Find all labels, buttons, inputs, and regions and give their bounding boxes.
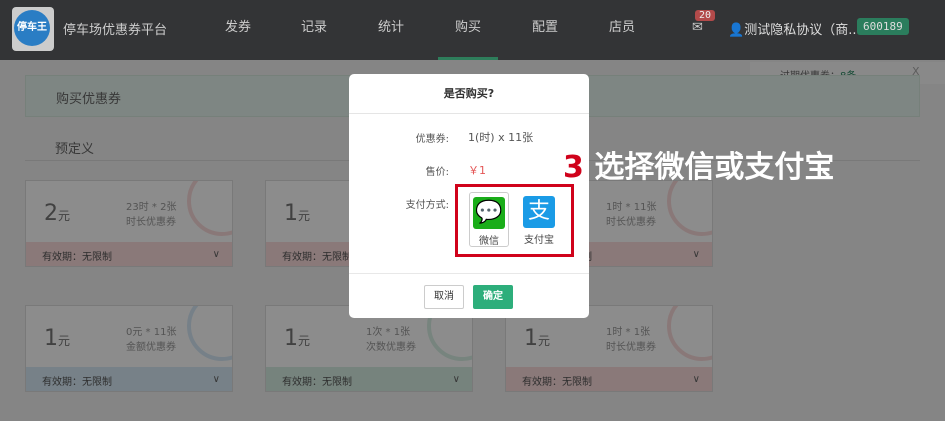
logo[interactable]: 停车王 xyxy=(12,7,54,51)
nav-buy[interactable]: 购买 xyxy=(438,0,498,60)
highlight-box xyxy=(455,184,574,257)
user-menu[interactable]: 👤测试隐私协议（商... xyxy=(728,19,861,38)
step-annotation: 3 选择微信或支付宝 xyxy=(563,150,835,185)
coupon-label: 优惠券: xyxy=(415,134,449,145)
top-nav-bar: 停车王 停车场优惠券平台 发券 记录 统计 购买 配置 店员 ✉ 20 👤测试隐… xyxy=(0,0,945,60)
account-code-badge: 600189 xyxy=(857,18,909,35)
cancel-button[interactable]: 取消 xyxy=(424,285,464,309)
nav-config[interactable]: 配置 xyxy=(515,0,575,60)
user-icon: 👤 xyxy=(728,23,745,38)
price-value: ￥1 xyxy=(468,164,486,177)
divider xyxy=(349,273,589,274)
brand-title: 停车场优惠券平台 xyxy=(63,23,168,38)
payment-label: 支付方式: xyxy=(405,200,449,211)
mail-count-badge: 20 xyxy=(695,10,716,21)
nav-records[interactable]: 记录 xyxy=(284,0,344,60)
nav-staff[interactable]: 店员 xyxy=(592,0,652,60)
dialog-title: 是否购买? xyxy=(349,74,589,114)
mail-icon[interactable]: ✉ xyxy=(692,20,703,35)
nav-stats[interactable]: 统计 xyxy=(361,0,421,60)
confirm-button[interactable]: 确定 xyxy=(473,285,513,309)
nav-issue[interactable]: 发券 xyxy=(208,0,268,60)
price-label: 售价: xyxy=(425,167,449,178)
coupon-value: 1(时) x 11张 xyxy=(468,131,534,144)
